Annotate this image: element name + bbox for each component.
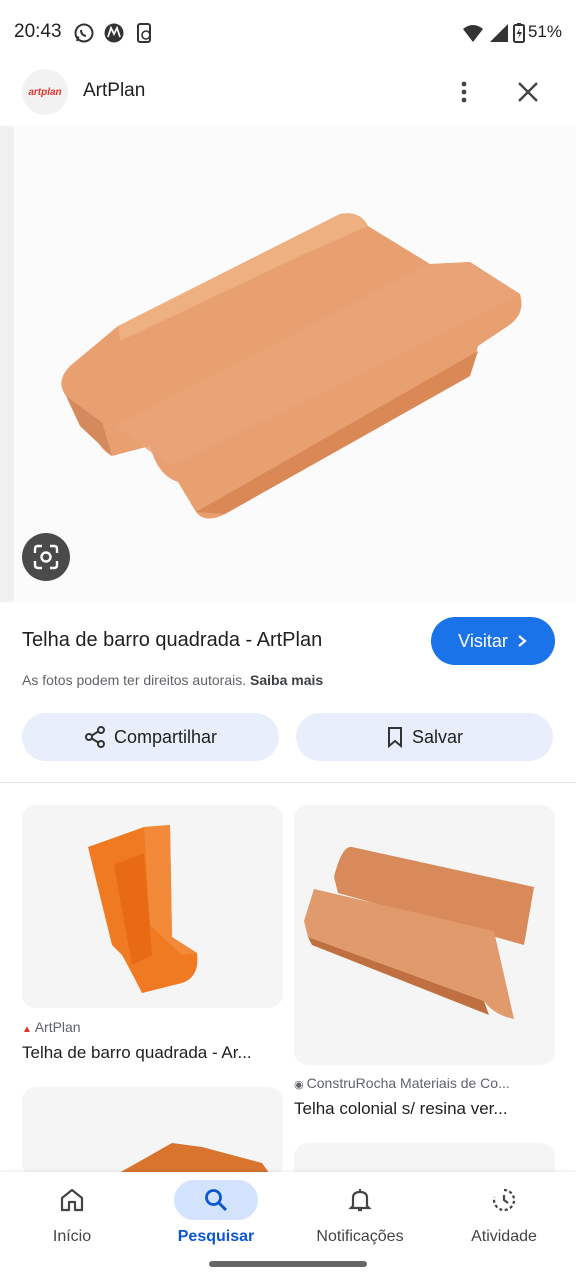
colonial-tile-image xyxy=(304,846,534,1019)
nav-notifications[interactable]: Notificações xyxy=(288,1172,432,1262)
related-image-1[interactable] xyxy=(22,805,283,1008)
nav-home[interactable]: Início xyxy=(0,1172,144,1262)
site-name: ArtPlan xyxy=(83,80,146,101)
site-logo: artplan xyxy=(22,69,68,115)
activity-icon xyxy=(492,1188,516,1212)
lens-icon xyxy=(33,544,59,570)
bell-icon xyxy=(348,1189,372,1212)
wifi-icon xyxy=(463,25,483,42)
signal-icon xyxy=(490,24,508,42)
status-bar: 20:43 51% xyxy=(0,0,576,64)
learn-more-link[interactable]: Saiba mais xyxy=(250,672,323,688)
tile-stack-image xyxy=(112,1143,272,1177)
save-button[interactable]: Salvar xyxy=(296,713,553,761)
battery-percent: 51% xyxy=(527,22,562,41)
close-icon xyxy=(518,82,538,102)
related-image-2[interactable] xyxy=(294,805,555,1065)
share-button[interactable]: Compartilhar xyxy=(22,713,279,761)
section-divider xyxy=(0,782,576,783)
orange-tile-image xyxy=(88,825,198,993)
related-title-1[interactable]: Telha de barro quadrada - Ar... xyxy=(22,1043,283,1063)
home-icon xyxy=(60,1188,84,1212)
motorola-icon xyxy=(104,23,124,43)
artplan-favicon: ▲ xyxy=(22,1024,35,1035)
related-source-1: ▲ ArtPlan xyxy=(22,1019,81,1035)
result-title: Telha de barro quadrada - ArtPlan xyxy=(22,629,323,651)
google-lens-button[interactable] xyxy=(22,533,70,581)
whatsapp-icon xyxy=(74,23,94,43)
close-button[interactable] xyxy=(510,74,546,110)
related-source-2: ◉ ConstruRocha Materiais de Co... xyxy=(294,1075,510,1091)
battery-icon xyxy=(513,23,525,43)
more-vert-icon xyxy=(461,81,467,103)
related-title-2[interactable]: Telha colonial s/ resina ver... xyxy=(294,1099,555,1119)
globe-favicon: ◉ xyxy=(294,1079,307,1091)
bookmark-icon xyxy=(387,727,402,748)
visit-button[interactable]: Visitar xyxy=(431,617,555,665)
nav-activity[interactable]: Atividade xyxy=(432,1172,576,1262)
status-time: 20:43 xyxy=(14,21,62,42)
roof-tile-image xyxy=(61,213,522,519)
phone-sync-icon xyxy=(137,23,151,43)
gesture-bar xyxy=(209,1261,367,1267)
more-options-button[interactable] xyxy=(446,74,482,110)
related-image-3[interactable] xyxy=(22,1087,283,1177)
share-icon xyxy=(84,726,105,748)
viewer-header: artplan ArtPlan xyxy=(0,64,576,122)
main-result-image[interactable] xyxy=(0,126,576,602)
nav-search[interactable]: Pesquisar xyxy=(144,1172,288,1262)
chevron-right-icon xyxy=(518,635,527,647)
copyright-notice: As fotos podem ter direitos autorais. Sa… xyxy=(22,672,324,688)
search-icon xyxy=(205,1189,228,1212)
